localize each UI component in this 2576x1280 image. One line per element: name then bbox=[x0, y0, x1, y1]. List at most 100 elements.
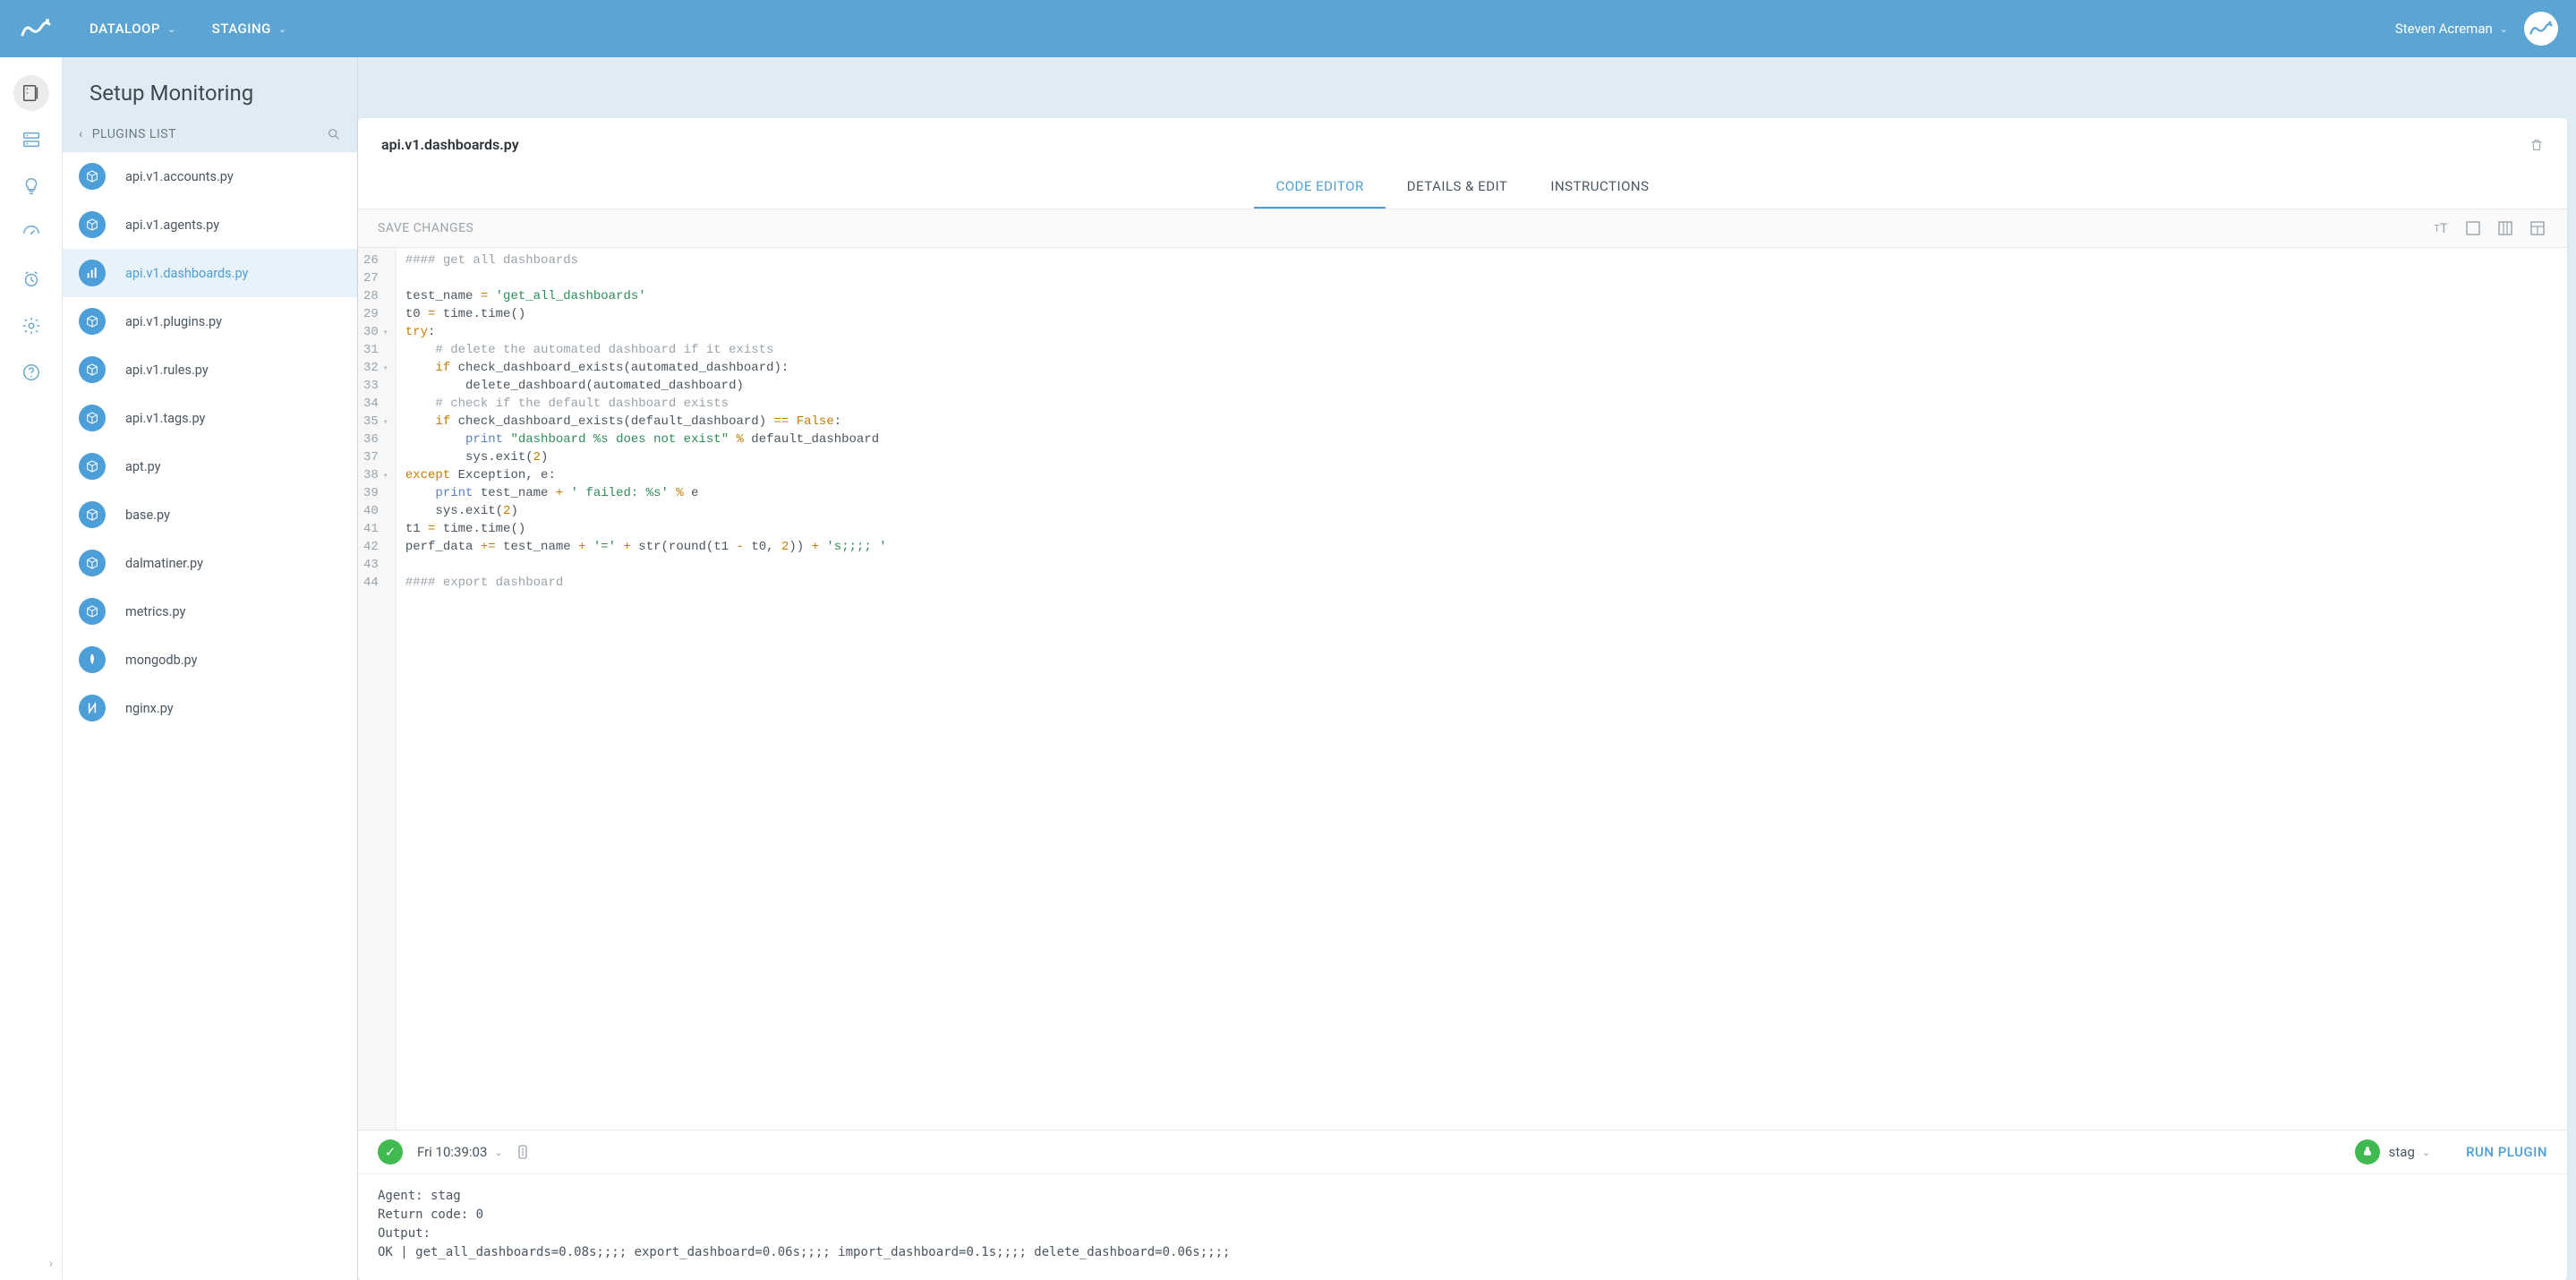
org-dropdown[interactable]: DATALOOP ⌄ bbox=[90, 21, 176, 37]
code-line[interactable]: try: bbox=[405, 323, 887, 341]
chevron-down-icon: ⌄ bbox=[2500, 23, 2508, 35]
code-line[interactable]: # check if the default dashboard exists bbox=[405, 395, 887, 413]
plugins-list-label: PLUGINS LIST bbox=[92, 127, 327, 141]
code-line[interactable]: perf_data += test_name + '=' + str(round… bbox=[405, 538, 887, 556]
line-number: 33 bbox=[363, 377, 388, 395]
code-line[interactable]: print test_name + ' failed: %s' % e bbox=[405, 484, 887, 502]
nav-setup[interactable] bbox=[13, 75, 49, 111]
page-title: Setup Monitoring bbox=[63, 57, 357, 116]
code-line[interactable]: if check_dashboard_exists(automated_dash… bbox=[405, 359, 887, 377]
plugin-item[interactable]: base.py bbox=[63, 491, 357, 539]
line-number: 29 bbox=[363, 305, 388, 323]
nav-settings[interactable] bbox=[13, 308, 49, 344]
plugin-item[interactable]: mongodb.py bbox=[63, 636, 357, 684]
agent-name: stag bbox=[2389, 1144, 2415, 1160]
line-number: 40 bbox=[363, 502, 388, 520]
code-line[interactable]: print "dashboard %s does not exist" % de… bbox=[405, 431, 887, 448]
nav-insights[interactable] bbox=[13, 168, 49, 204]
nav-dashboard[interactable] bbox=[13, 215, 49, 251]
line-number: 28 bbox=[363, 287, 388, 305]
code-editor[interactable]: 2627282930▾3132▾333435▾363738▾3940414243… bbox=[358, 248, 2567, 1130]
line-number: 37 bbox=[363, 448, 388, 466]
nav-help[interactable] bbox=[13, 354, 49, 390]
nav-servers[interactable] bbox=[13, 122, 49, 158]
plugin-label: base.py bbox=[125, 508, 170, 523]
code-line[interactable]: # delete the automated dashboard if it e… bbox=[405, 341, 887, 359]
line-number: 42 bbox=[363, 538, 388, 556]
code-line[interactable]: delete_dashboard(automated_dashboard) bbox=[405, 377, 887, 395]
line-number: 31 bbox=[363, 341, 388, 359]
plugin-item[interactable]: nginx.py bbox=[63, 684, 357, 732]
box-icon bbox=[79, 356, 106, 383]
delete-button[interactable] bbox=[2529, 137, 2544, 153]
env-dropdown[interactable]: STAGING ⌄ bbox=[212, 21, 287, 37]
line-number: 30▾ bbox=[363, 323, 388, 341]
plugin-item[interactable]: api.v1.plugins.py bbox=[63, 297, 357, 346]
plugins-list[interactable]: api.v1.accounts.py api.v1.agents.py api.v1… bbox=[63, 152, 357, 1280]
run-history-dropdown[interactable]: ⌄ bbox=[494, 1147, 502, 1158]
run-details-icon[interactable] bbox=[516, 1145, 530, 1159]
nav-expand[interactable]: › bbox=[49, 1257, 53, 1271]
code-line[interactable]: t1 = time.time() bbox=[405, 520, 887, 538]
box-icon bbox=[79, 308, 106, 335]
code-line[interactable] bbox=[405, 556, 887, 574]
panel-single-icon[interactable] bbox=[2463, 218, 2483, 238]
box-icon bbox=[79, 501, 106, 528]
tab[interactable]: CODE EDITOR bbox=[1254, 166, 1385, 209]
plugins-panel: Setup Monitoring ‹ PLUGINS LIST api.v1.a… bbox=[63, 57, 358, 1280]
chevron-down-icon: ⌄ bbox=[167, 23, 176, 35]
line-number: 27 bbox=[363, 269, 388, 287]
code-line[interactable]: #### get all dashboards bbox=[405, 252, 887, 269]
panel-split-icon[interactable] bbox=[2528, 218, 2547, 238]
tabs: CODE EDITORDETAILS & EDITINSTRUCTIONS bbox=[358, 166, 2567, 209]
bars-icon bbox=[79, 260, 106, 286]
code-line[interactable]: except Exception, e: bbox=[405, 466, 887, 484]
save-button[interactable]: SAVE CHANGES bbox=[378, 221, 473, 235]
plugin-label: api.v1.agents.py bbox=[125, 218, 219, 233]
plugin-item[interactable]: api.v1.dashboards.py bbox=[63, 249, 357, 297]
line-number: 34 bbox=[363, 395, 388, 413]
plugin-label: api.v1.accounts.py bbox=[125, 169, 234, 184]
code-line[interactable]: sys.exit(2) bbox=[405, 448, 887, 466]
plugin-item[interactable]: metrics.py bbox=[63, 587, 357, 636]
code-line[interactable]: test_name = 'get_all_dashboards' bbox=[405, 287, 887, 305]
line-gutter: 2627282930▾3132▾333435▾363738▾3940414243… bbox=[358, 248, 397, 1130]
plugin-item[interactable]: dalmatiner.py bbox=[63, 539, 357, 587]
nav-alerts[interactable] bbox=[13, 261, 49, 297]
box-icon bbox=[79, 211, 106, 238]
code-line[interactable]: sys.exit(2) bbox=[405, 502, 887, 520]
file-title: api.v1.dashboards.py bbox=[381, 136, 2529, 153]
code-line[interactable]: if check_dashboard_exists(default_dashbo… bbox=[405, 413, 887, 431]
line-number: 39 bbox=[363, 484, 388, 502]
text-size-icon[interactable]: TT bbox=[2431, 218, 2451, 238]
tab[interactable]: DETAILS & EDIT bbox=[1386, 166, 1530, 209]
plugin-label: api.v1.tags.py bbox=[125, 411, 205, 426]
plugin-item[interactable]: apt.py bbox=[63, 442, 357, 491]
code-line[interactable]: t0 = time.time() bbox=[405, 305, 887, 323]
plugin-item[interactable]: api.v1.accounts.py bbox=[63, 152, 357, 201]
search-icon[interactable] bbox=[327, 127, 341, 141]
line-number: 43 bbox=[363, 556, 388, 574]
plugin-label: mongodb.py bbox=[125, 653, 197, 668]
panel-columns-icon[interactable] bbox=[2495, 218, 2515, 238]
back-button[interactable]: ‹ bbox=[79, 127, 83, 141]
app-logo[interactable] bbox=[18, 11, 54, 47]
mongo-icon bbox=[79, 646, 106, 673]
agent-dropdown[interactable]: ⌄ bbox=[2422, 1147, 2430, 1158]
code-line[interactable] bbox=[405, 269, 887, 287]
avatar[interactable] bbox=[2524, 12, 2558, 46]
code-content[interactable]: #### get all dashboards test_name = 'get… bbox=[397, 248, 896, 1130]
user-menu[interactable]: Steven Acreman ⌄ bbox=[2395, 12, 2558, 46]
box-icon bbox=[79, 550, 106, 576]
tab[interactable]: INSTRUCTIONS bbox=[1529, 166, 1670, 209]
code-line[interactable]: #### export dashboard bbox=[405, 574, 887, 592]
plugin-label: api.v1.rules.py bbox=[125, 363, 209, 378]
run-plugin-button[interactable]: RUN PLUGIN bbox=[2466, 1144, 2547, 1160]
env-label: STAGING bbox=[212, 21, 271, 37]
chevron-down-icon: ⌄ bbox=[278, 23, 287, 35]
box-icon bbox=[79, 163, 106, 190]
plugin-item[interactable]: api.v1.rules.py bbox=[63, 346, 357, 394]
plugin-label: apt.py bbox=[125, 459, 161, 474]
plugin-item[interactable]: api.v1.agents.py bbox=[63, 201, 357, 249]
plugin-item[interactable]: api.v1.tags.py bbox=[63, 394, 357, 442]
